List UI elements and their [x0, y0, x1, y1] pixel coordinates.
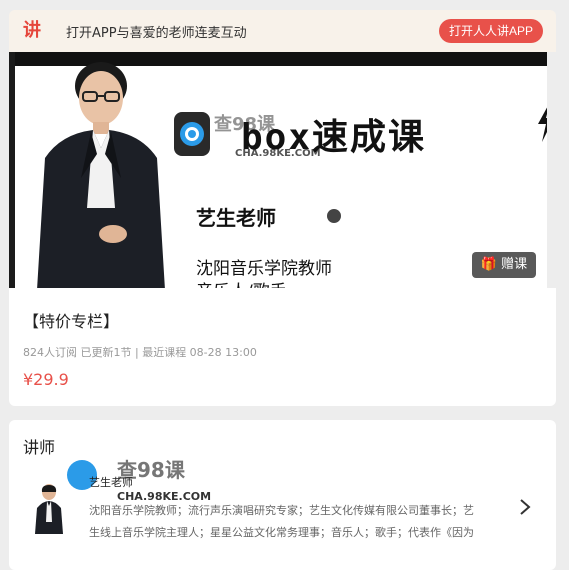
course-info-card: 【特价专栏】 824人订阅 已更新1节 | 最近课程 08-28 13:00 ¥… [9, 288, 556, 406]
teacher-name: 艺生老师 [89, 476, 133, 489]
dot-decoration [327, 209, 341, 223]
app-logo-icon: 讲 [23, 20, 41, 41]
course-title: 【特价专栏】 [23, 312, 120, 331]
chevron-right-icon[interactable] [519, 498, 531, 516]
gift-course-button[interactable]: 🎁 赠课 [472, 252, 536, 278]
course-banner: 查98课 CHA.98KE.COM box速成课 艺生老师 沈阳音乐学院教师 音… [9, 52, 547, 288]
open-app-button[interactable]: 打开人人讲APP [438, 19, 543, 43]
teacher-section-heading: 讲师 [23, 438, 56, 457]
b-logo-icon [174, 112, 210, 156]
banner-title: box速成课 [241, 117, 427, 158]
banner-side [9, 52, 15, 288]
teacher-photo [37, 62, 165, 288]
teacher-bio-line-1: 沈阳音乐学院教师；流行声乐演唱研究专家；艺生文化传媒有限公司董事长；艺 [89, 504, 474, 517]
lightning-icon [538, 107, 547, 142]
teacher-card[interactable]: 讲师 查98课 CHA.98KE.COM 艺生老师 沈阳音乐学院教师；流行声乐演… [9, 420, 556, 570]
banner-teacher-name: 艺生老师 [196, 206, 276, 230]
banner-teacher-desc: 沈阳音乐学院教师 [196, 259, 332, 279]
open-app-bar[interactable]: 讲 打开APP与喜爱的老师连麦互动 打开人人讲APP [9, 10, 556, 52]
banner-teacher-desc-2: 音乐人/歌手 [196, 277, 287, 288]
course-meta: 824人订阅 已更新1节 | 最近课程 08-28 13:00 [23, 346, 257, 359]
teacher-bio: 沈阳音乐学院教师；流行声乐演唱研究专家；艺生文化传媒有限公司董事长；艺 生线上音… [89, 500, 519, 550]
teacher-bio-line-2: 生线上音乐学院主理人；星星公益文化常务理事；音乐人；歌手；代表作《因为 [89, 526, 474, 539]
teacher-avatar [35, 484, 63, 534]
gift-icon: 🎁 [480, 257, 498, 272]
open-app-text: 打开APP与喜爱的老师连麦互动 [66, 26, 247, 41]
course-price: ¥29.9 [23, 370, 69, 389]
gift-course-label: 赠课 [501, 257, 528, 272]
